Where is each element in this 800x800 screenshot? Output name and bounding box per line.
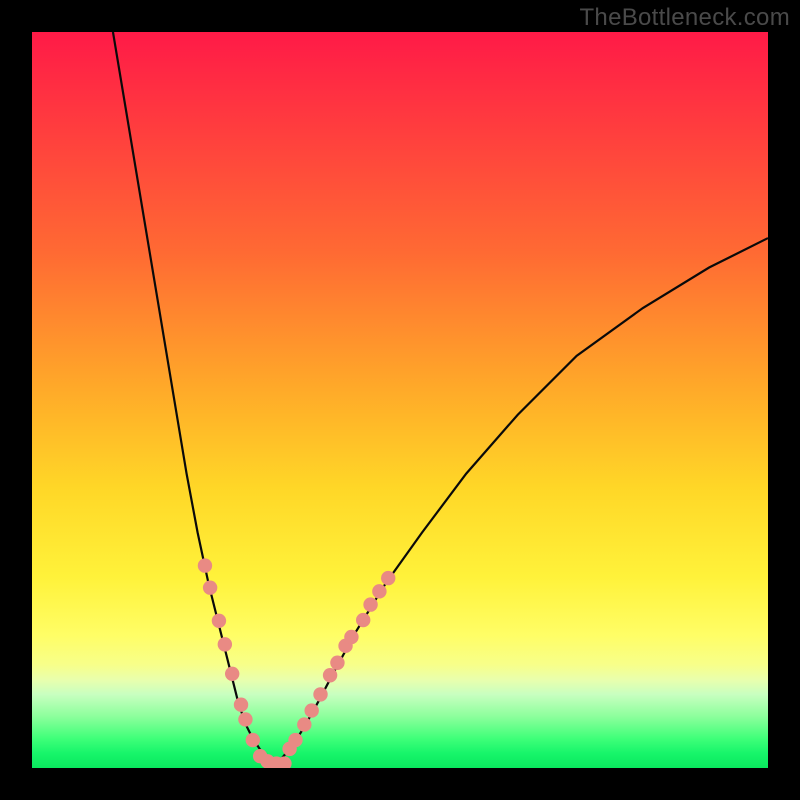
data-marker <box>234 698 248 712</box>
data-marker <box>381 571 395 585</box>
plot-area <box>32 32 768 768</box>
data-marker <box>238 712 252 726</box>
chart-svg <box>32 32 768 768</box>
pink-dots-left <box>198 558 292 768</box>
data-marker <box>304 703 318 717</box>
pink-dots-right <box>282 571 395 756</box>
data-marker <box>313 687 327 701</box>
chart-frame: TheBottleneck.com <box>0 0 800 800</box>
data-marker <box>198 558 212 572</box>
data-marker <box>288 733 302 747</box>
data-marker <box>203 580 217 594</box>
left-curve <box>113 32 275 765</box>
right-curve <box>275 238 768 765</box>
data-marker <box>297 717 311 731</box>
data-marker <box>246 733 260 747</box>
data-marker <box>330 656 344 670</box>
data-marker <box>372 584 386 598</box>
data-marker <box>323 668 337 682</box>
data-marker <box>218 637 232 651</box>
data-marker <box>344 630 358 644</box>
watermark-text: TheBottleneck.com <box>579 4 790 32</box>
data-marker <box>225 667 239 681</box>
data-marker <box>212 614 226 628</box>
data-marker <box>356 613 370 627</box>
data-marker <box>363 597 377 611</box>
